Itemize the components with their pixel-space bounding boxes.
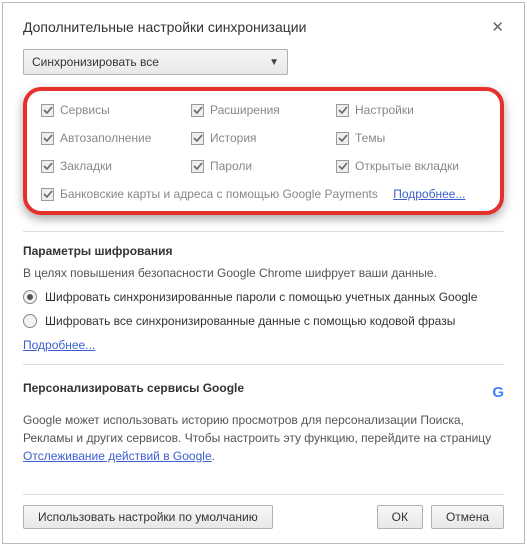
sync-items-box: Сервисы Расширения Настройки Автозаполне… bbox=[23, 87, 504, 215]
radio-icon bbox=[23, 314, 37, 328]
google-activity-link[interactable]: Отслеживание действий в Google bbox=[23, 449, 212, 463]
checkmark-icon bbox=[336, 132, 349, 145]
radio-icon bbox=[23, 290, 37, 304]
checkmark-icon bbox=[336, 160, 349, 173]
payments-learnmore-link[interactable]: Подробнее... bbox=[393, 187, 465, 201]
checkmark-icon bbox=[191, 132, 204, 145]
google-text: Google может использовать историю просмо… bbox=[23, 411, 504, 465]
sync-mode-select[interactable]: Синхронизировать все ▼ bbox=[23, 49, 288, 75]
checkmark-icon bbox=[41, 160, 54, 173]
dialog-title: Дополнительные настройки синхронизации bbox=[23, 19, 306, 35]
checkbox-opentabs[interactable]: Открытые вкладки bbox=[336, 159, 491, 173]
cancel-button[interactable]: Отмена bbox=[431, 505, 504, 529]
checkbox-payments[interactable]: Банковские карты и адреса с помощью Goog… bbox=[41, 187, 486, 201]
checkmark-icon bbox=[41, 188, 54, 201]
title-row: Дополнительные настройки синхронизации ✕ bbox=[23, 19, 504, 35]
radio-encrypt-all[interactable]: Шифровать все синхронизированные данные … bbox=[23, 314, 504, 328]
checkmark-icon bbox=[191, 104, 204, 117]
chevron-down-icon: ▼ bbox=[269, 57, 279, 68]
checkbox-themes[interactable]: Темы bbox=[336, 131, 491, 145]
defaults-button[interactable]: Использовать настройки по умолчанию bbox=[23, 505, 273, 529]
checkbox-settings[interactable]: Настройки bbox=[336, 103, 491, 117]
separator bbox=[23, 364, 504, 365]
checkmark-icon bbox=[41, 104, 54, 117]
footer: Использовать настройки по умолчанию ОК О… bbox=[23, 494, 504, 529]
sync-mode-label: Синхронизировать все bbox=[32, 55, 159, 69]
ok-button[interactable]: ОК bbox=[377, 505, 423, 529]
checkbox-extensions[interactable]: Расширения bbox=[191, 103, 336, 117]
checkmark-icon bbox=[191, 160, 204, 173]
google-logo-icon: G bbox=[492, 384, 504, 401]
encryption-title: Параметры шифрования bbox=[23, 244, 504, 258]
checkmark-icon bbox=[336, 104, 349, 117]
checkbox-passwords[interactable]: Пароли bbox=[191, 159, 336, 173]
google-title: Персонализировать сервисы Google bbox=[23, 381, 244, 395]
checkbox-history[interactable]: История bbox=[191, 131, 336, 145]
dialog: Дополнительные настройки синхронизации ✕… bbox=[2, 2, 525, 544]
checkmark-icon bbox=[41, 132, 54, 145]
close-icon[interactable]: ✕ bbox=[491, 20, 504, 35]
google-section: Персонализировать сервисы Google G Googl… bbox=[23, 381, 504, 465]
encryption-learnmore-link[interactable]: Подробнее... bbox=[23, 338, 95, 352]
checkbox-services[interactable]: Сервисы bbox=[41, 103, 191, 117]
checkbox-autofill[interactable]: Автозаполнение bbox=[41, 131, 191, 145]
checkbox-bookmarks[interactable]: Закладки bbox=[41, 159, 191, 173]
radio-encrypt-passwords[interactable]: Шифровать синхронизированные пароли с по… bbox=[23, 290, 504, 304]
encryption-section: Параметры шифрования В целях повышения б… bbox=[23, 244, 504, 352]
checkbox-grid: Сервисы Расширения Настройки Автозаполне… bbox=[41, 103, 486, 173]
encryption-desc: В целях повышения безопасности Google Ch… bbox=[23, 266, 504, 280]
separator bbox=[23, 231, 504, 232]
